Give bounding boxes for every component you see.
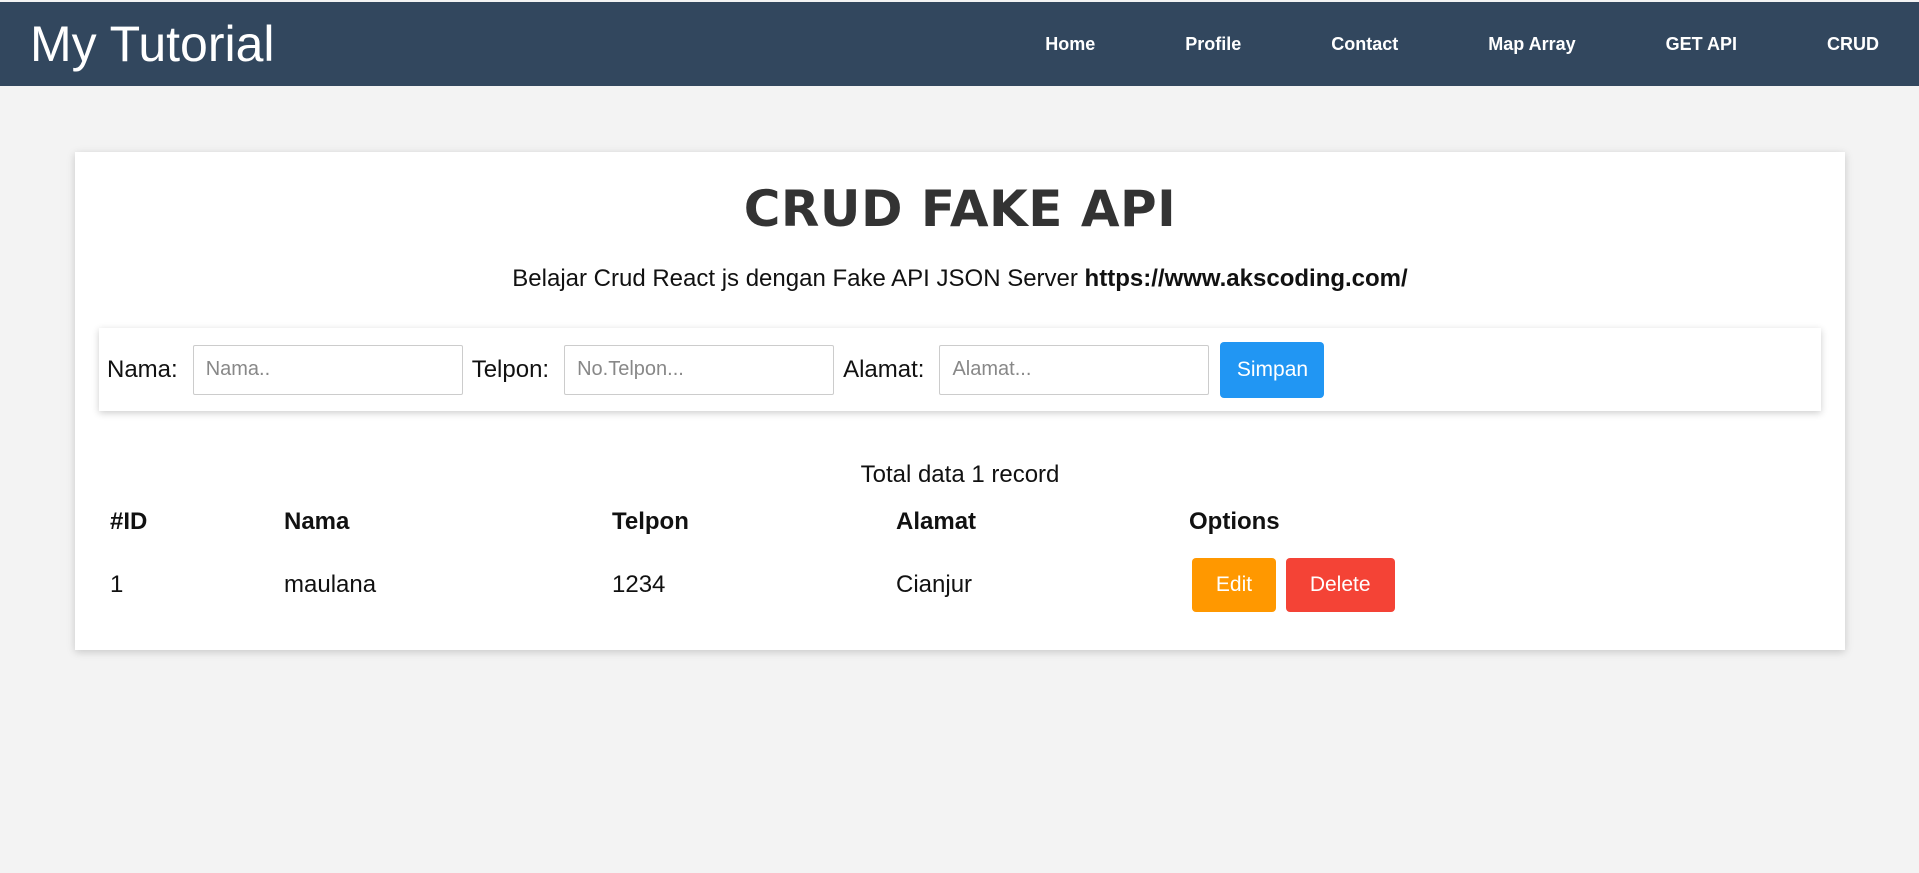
data-table: #ID Nama Telpon Alamat Options 1 maulana… — [110, 497, 1489, 623]
input-form: Nama: Telpon: Alamat: Simpan — [99, 328, 1821, 411]
header-alamat: Alamat — [896, 508, 977, 535]
save-button[interactable]: Simpan — [1220, 341, 1325, 398]
header-nama: Nama — [284, 508, 350, 535]
cell-telpon: 1234 — [612, 571, 666, 598]
page-title: CRUD FAKE API — [743, 180, 1177, 238]
nav-link-profile[interactable]: Profile — [1185, 34, 1241, 55]
nav-links: Home Profile Contact Map Array GET API C… — [1045, 2, 1879, 86]
nama-input[interactable] — [192, 344, 463, 395]
table-row: 1 maulana 1234 Cianjur Edit Delete — [110, 547, 1489, 623]
nav-link-home[interactable]: Home — [1045, 34, 1095, 55]
nama-label: Nama: — [107, 355, 178, 383]
nav-link-get-api[interactable]: GET API — [1666, 34, 1737, 55]
alamat-input[interactable] — [939, 344, 1210, 395]
cell-options: Edit Delete — [1189, 547, 1489, 623]
header-id: #ID — [110, 508, 148, 535]
cell-nama: maulana — [284, 571, 377, 598]
alamat-label: Alamat: — [843, 355, 925, 383]
cell-id: 1 — [110, 571, 124, 598]
telpon-label: Telpon: — [471, 355, 550, 383]
brand-title[interactable]: My Tutorial — [30, 19, 275, 69]
subtitle-link: https://www.akscoding.com/ — [1084, 265, 1408, 292]
header-options: Options — [1189, 508, 1280, 535]
total-records: Total data 1 record — [860, 461, 1060, 488]
cell-alamat: Cianjur — [896, 571, 973, 598]
header-telpon: Telpon — [612, 508, 689, 535]
crud-card: CRUD FAKE API Belajar Crud React js deng… — [75, 152, 1845, 650]
nav-link-crud[interactable]: CRUD — [1827, 34, 1879, 55]
delete-button[interactable]: Delete — [1285, 558, 1395, 612]
page-subtitle: Belajar Crud React js dengan Fake API JS… — [75, 265, 1845, 293]
table-header-row: #ID Nama Telpon Alamat Options — [110, 497, 1489, 547]
edit-button[interactable]: Edit — [1192, 558, 1276, 612]
subtitle-text: Belajar Crud React js dengan Fake API JS… — [512, 265, 1078, 292]
nav-link-map-array[interactable]: Map Array — [1488, 34, 1575, 55]
telpon-input[interactable] — [564, 344, 835, 395]
navbar: My Tutorial Home Profile Contact Map Arr… — [0, 2, 1919, 86]
nav-link-contact[interactable]: Contact — [1331, 34, 1398, 55]
